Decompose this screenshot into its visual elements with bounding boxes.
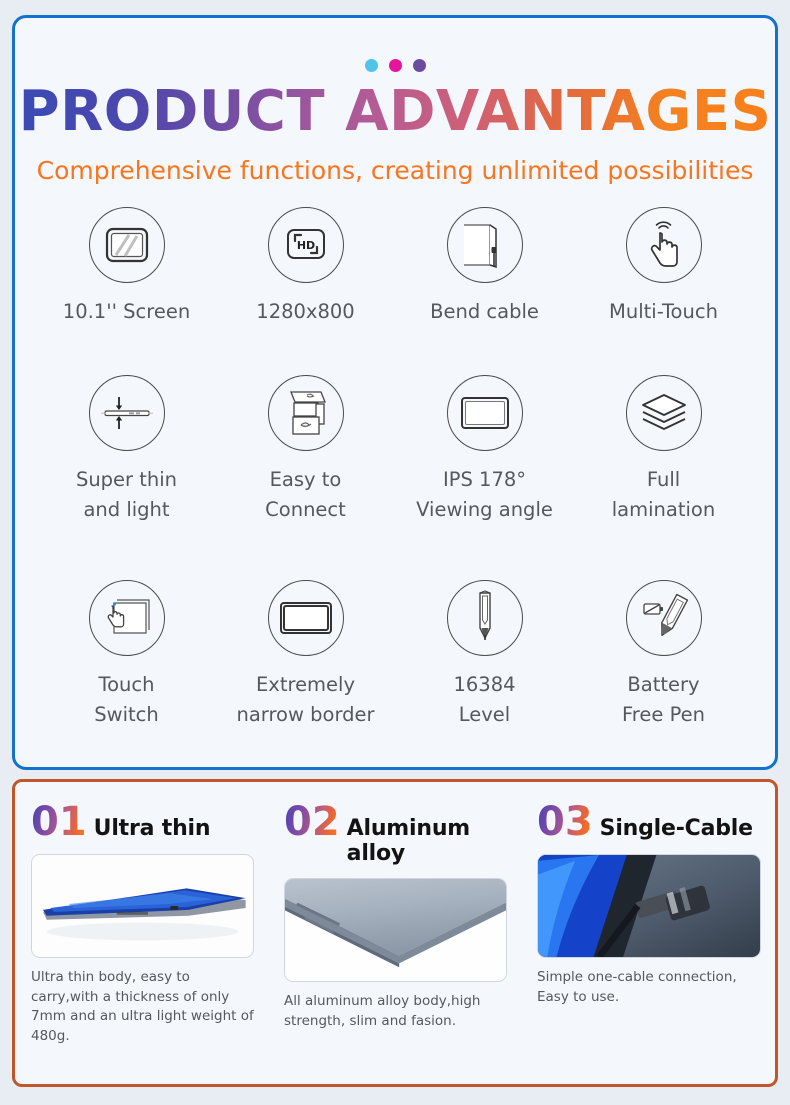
feature-item-ips: IPS 178° Viewing angle — [395, 374, 574, 580]
feature-grid: 10.1'' Screen HD 1280x800 Bend cable Mul… — [15, 206, 775, 785]
feature-label: Full lamination — [611, 467, 716, 522]
decorative-dots — [15, 59, 775, 72]
feature-label: IPS 178° Viewing angle — [416, 467, 553, 522]
feature-label: Extremely narrow border — [236, 672, 375, 727]
feature-item-super-thin: Super thin and light — [37, 374, 216, 580]
highlight-header: 01 Ultra thin — [31, 802, 254, 842]
svg-text:HD: HD — [296, 239, 314, 252]
bend-cable-icon — [446, 206, 523, 283]
page-title: PRODUCT ADVANTAGES — [15, 82, 775, 142]
tablet-screen-icon — [88, 206, 165, 283]
highlight-caption: Ultra thin body, easy to carry,with a th… — [31, 969, 254, 1044]
highlight-number: 02 — [284, 799, 340, 845]
easy-connect-icon — [267, 374, 344, 451]
dot-purple — [412, 59, 426, 72]
ips-viewing-angle-icon — [446, 374, 523, 451]
highlight-ultra-thin: 01 Ultra thin Ultra thin body, easy to c… — [15, 782, 268, 1084]
feature-item-narrow-border: Extremely narrow border — [216, 579, 395, 785]
highlights-panel: 01 Ultra thin Ultra thin body, easy to c… — [12, 779, 778, 1087]
touch-switch-icon — [88, 579, 165, 656]
highlight-header: 03 Single-Cable — [537, 802, 761, 842]
highlight-title: Ultra thin — [93, 816, 211, 841]
thin-profile-icon — [88, 374, 165, 451]
feature-item-resolution: HD 1280x800 — [216, 206, 395, 375]
hd-resolution-icon: HD — [267, 206, 344, 283]
feature-label: Super thin and light — [75, 467, 178, 522]
product-advantages-page: PRODUCT ADVANTAGES Comprehensive functio… — [0, 0, 790, 1105]
feature-label: Multi-Touch — [609, 299, 718, 323]
feature-item-screen: 10.1'' Screen — [37, 206, 216, 375]
thin-tablet-profile-photo — [31, 854, 254, 958]
feature-label: 1280x800 — [256, 299, 355, 323]
dot-cyan — [364, 59, 378, 72]
highlight-caption: Simple one-cable connection, Easy to use… — [537, 969, 737, 1005]
feature-label: Touch Switch — [94, 672, 159, 727]
usb-c-cable-connection-photo — [537, 854, 761, 958]
feature-item-battery-free-pen: Battery Free Pen — [574, 579, 753, 785]
highlight-title: Single-Cable — [599, 816, 753, 841]
highlight-single-cable: 03 Single-Cable Simple one-cable connect… — [521, 782, 775, 1084]
full-lamination-layers-icon — [625, 374, 702, 451]
battery-free-pen-icon — [625, 579, 702, 656]
feature-label: 16384 Level — [453, 672, 516, 727]
highlight-header: 02 Aluminum alloy — [284, 802, 507, 866]
dot-magenta — [388, 59, 402, 72]
feature-label: Easy to Connect — [265, 467, 346, 522]
highlight-aluminum-alloy: 02 Aluminum alloy All aluminum alloy bod… — [268, 782, 521, 1084]
aluminum-body-corner-photo — [284, 878, 507, 982]
feature-item-touch-switch: Touch Switch — [37, 579, 216, 785]
feature-item-lamination: Full lamination — [574, 374, 753, 580]
page-subtitle: Comprehensive functions, creating unlimi… — [36, 155, 754, 185]
highlight-number: 03 — [537, 799, 593, 845]
advantages-panel: PRODUCT ADVANTAGES Comprehensive functio… — [12, 15, 778, 770]
narrow-border-icon — [267, 579, 344, 656]
feature-label: Battery Free Pen — [622, 672, 705, 727]
stylus-pressure-icon — [446, 579, 523, 656]
highlight-caption: All aluminum alloy body,high strength, s… — [284, 993, 481, 1029]
feature-item-multi-touch: Multi-Touch — [574, 206, 753, 375]
highlight-number: 01 — [31, 799, 87, 845]
multi-touch-hand-icon — [625, 206, 702, 283]
feature-item-easy-connect: Easy to Connect — [216, 374, 395, 580]
feature-item-pressure-level: 16384 Level — [395, 579, 574, 785]
feature-label: Bend cable — [430, 299, 539, 323]
feature-item-bend-cable: Bend cable — [395, 206, 574, 375]
feature-label: 10.1'' Screen — [62, 299, 191, 323]
highlight-title: Aluminum alloy — [346, 816, 471, 866]
